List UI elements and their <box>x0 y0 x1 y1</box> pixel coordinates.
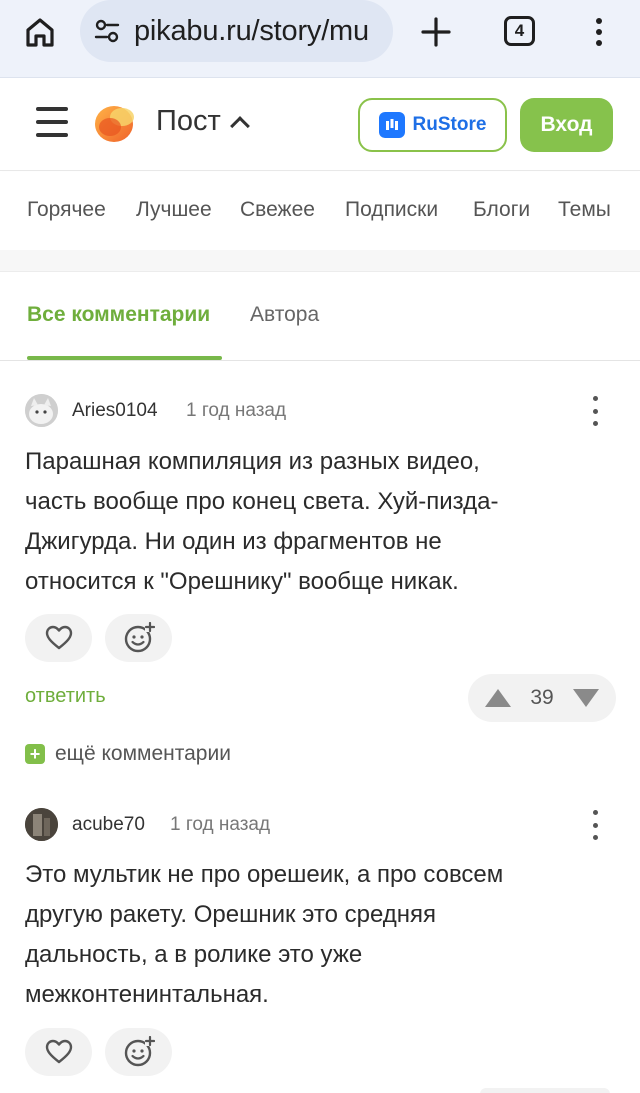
nav-item-blogs[interactable]: Блоги <box>473 198 530 222</box>
comment-text: Это мультик не про орешеик, а про совсем… <box>25 855 585 1015</box>
comment-time: 1 год назад <box>186 400 287 421</box>
avatar[interactable] <box>25 394 58 427</box>
rustore-button[interactable]: RuStore <box>358 98 507 152</box>
comment-author[interactable]: acube70 <box>72 814 145 836</box>
burger-icon[interactable] <box>36 107 68 137</box>
divider <box>0 250 640 272</box>
comment-line: Это мультик не про орешеик, а про совсем <box>25 861 504 888</box>
nav-item-fresh[interactable]: Свежее <box>240 198 315 222</box>
rating-value: 39 <box>530 686 554 709</box>
comment-line: дальность, а в ролике это уже <box>25 941 363 968</box>
comment-time: 1 год назад <box>170 814 271 835</box>
login-button[interactable]: Вход <box>520 98 613 152</box>
tab-count: 4 <box>514 21 525 40</box>
url-text: pikabu.ru/story/mu <box>134 14 369 47</box>
section-nav: Горячее Лучшее Свежее Подписки Блоги Тем… <box>0 172 640 250</box>
rustore-icon <box>378 112 405 138</box>
post-title-text: Пост <box>156 105 221 137</box>
tab-all-comments[interactable]: Все комментарии <box>27 303 210 327</box>
comment-line: межконтенинтальная. <box>25 981 269 1008</box>
comment: Aries0104 1 год назад Парашная компиляци… <box>0 362 640 782</box>
post-title[interactable]: Пост <box>156 105 250 138</box>
comment: acube70 1 год назад Это мультик не про о… <box>0 776 640 1093</box>
nav-item-best[interactable]: Лучшее <box>136 198 212 222</box>
browser-toolbar: pikabu.ru/story/mu 4 <box>0 0 640 78</box>
reaction-button[interactable] <box>105 1028 172 1076</box>
nav-item-topics[interactable]: Темы <box>558 198 611 222</box>
emoji-add-icon <box>124 1036 155 1067</box>
more-comments-link[interactable]: + ещё комментарии <box>25 742 231 766</box>
heart-icon <box>45 625 72 650</box>
rating-widget: 39 <box>468 674 616 722</box>
address-bar[interactable]: pikabu.ru/story/mu <box>80 0 393 62</box>
active-tab-indicator <box>27 356 222 360</box>
emoji-add-icon <box>124 622 155 653</box>
comment-line: Джигурда. Ни один из фрагментов не <box>25 528 442 555</box>
comment-line: Парашная компиляция из разных видео, <box>25 448 480 475</box>
rustore-label: RuStore <box>412 114 487 135</box>
tabs-icon[interactable]: 4 <box>504 16 535 46</box>
reply-link[interactable]: ответить <box>25 685 106 708</box>
home-button[interactable] <box>20 12 60 52</box>
kebab-icon[interactable] <box>588 396 602 426</box>
like-button[interactable] <box>25 614 92 662</box>
comment-line: часть вообще про конец света. Хуй-пизда- <box>25 488 499 515</box>
comment-line: другую ракету. Орешник это средняя <box>25 901 437 928</box>
site-settings-icon[interactable] <box>94 18 120 44</box>
arrow-up-icon[interactable] <box>484 688 512 708</box>
arrow-down-icon[interactable] <box>572 688 600 708</box>
site-header: Пост RuStore Вход <box>0 79 640 171</box>
pikabu-logo[interactable] <box>92 101 138 145</box>
menu-icon[interactable] <box>584 12 614 52</box>
more-comments-label: ещё комментарии <box>55 742 231 765</box>
caret-up-icon <box>229 115 250 136</box>
new-tab-button[interactable] <box>416 12 456 52</box>
home-icon <box>26 18 54 47</box>
plus-icon <box>421 17 451 47</box>
kebab-icon[interactable] <box>588 810 602 840</box>
comment-author[interactable]: Aries0104 <box>72 400 158 422</box>
avatar[interactable] <box>25 808 58 841</box>
nav-item-subscriptions[interactable]: Подписки <box>345 198 438 222</box>
heart-icon <box>45 1039 72 1064</box>
like-button[interactable] <box>25 1028 92 1076</box>
comment-text: Парашная компиляция из разных видео, час… <box>25 442 585 602</box>
comment-line: относится к "Орешнику" вообще никак. <box>25 568 459 595</box>
reaction-button[interactable] <box>105 614 172 662</box>
comment-tabs: Все комментарии Автора <box>0 273 640 361</box>
tab-author-comments[interactable]: Автора <box>250 303 319 327</box>
rating-widget-partial <box>480 1088 610 1093</box>
nav-item-hot[interactable]: Горячее <box>27 198 106 222</box>
plus-square-icon: + <box>25 744 45 764</box>
